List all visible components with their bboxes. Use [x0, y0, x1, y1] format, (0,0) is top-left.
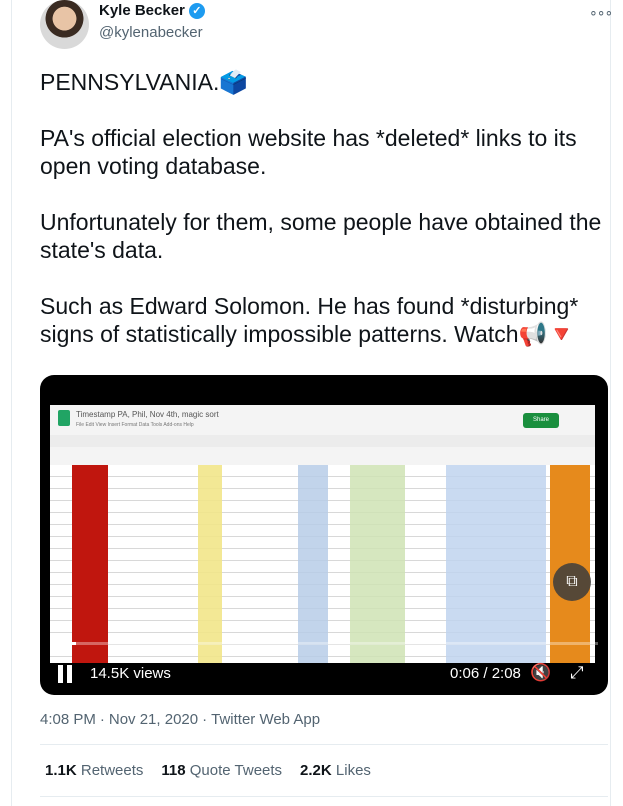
divider — [40, 744, 608, 745]
author-handle[interactable]: @kylenabecker — [99, 24, 203, 41]
tweet-source[interactable]: Twitter Web App — [211, 711, 320, 728]
meta-separator: · — [202, 711, 208, 728]
tweet-time[interactable]: 4:08 PM — [40, 711, 96, 728]
sheets-logo-icon — [58, 410, 70, 426]
divider — [40, 796, 608, 797]
fullscreen-icon[interactable]: ⤢ — [570, 663, 584, 683]
video-progress-fill — [50, 642, 77, 645]
video-frame-spreadsheet: Timestamp PA, Phil, Nov 4th, magic sort … — [50, 405, 595, 663]
tweet-meta: 4:08 PM · Nov 21, 2020 · Twitter Web App — [40, 711, 320, 728]
meta-separator: · — [99, 711, 105, 728]
video-progress-bar[interactable] — [50, 642, 598, 645]
sheet-column-yellow — [198, 465, 222, 663]
author-name-row[interactable]: Kyle Becker ✓ — [99, 2, 205, 19]
picture-in-picture-icon[interactable]: ⧉ — [553, 563, 591, 601]
tweet-card: Kyle Becker ✓ @kylenabecker ∘∘∘ PENNSYLV… — [11, 0, 613, 806]
sheet-column-red — [72, 465, 108, 663]
sheet-toolbar — [50, 435, 595, 447]
author-name[interactable]: Kyle Becker — [99, 2, 185, 19]
avatar[interactable] — [40, 0, 89, 49]
sheet-column-blue — [298, 465, 328, 663]
video-time: 0:06 / 2:08 — [450, 665, 521, 682]
tweet-text: PENNSYLVANIA.🗳️ PA's official election w… — [40, 69, 602, 347]
view-count: 14.5K views — [90, 665, 171, 682]
more-options-icon[interactable]: ∘∘∘ — [589, 4, 613, 21]
video-player[interactable]: Timestamp PA, Phil, Nov 4th, magic sort … — [40, 375, 608, 695]
pause-button[interactable] — [58, 665, 74, 683]
sheet-share-button: Share — [523, 413, 559, 428]
sheet-menu: File Edit View Insert Format Data Tools … — [76, 422, 194, 428]
tweet-stats: 1.1K Retweets 118 Quote Tweets 2.2K Like… — [45, 762, 371, 779]
likes-stat[interactable]: 2.2K Likes — [300, 762, 371, 779]
tweet-date[interactable]: Nov 21, 2020 — [109, 711, 198, 728]
retweets-stat[interactable]: 1.1K Retweets — [45, 762, 143, 779]
quote-tweets-stat[interactable]: 118 Quote Tweets — [161, 762, 282, 779]
mute-icon[interactable]: 🔇 — [530, 663, 551, 683]
sheet-title: Timestamp PA, Phil, Nov 4th, magic sort — [76, 410, 219, 419]
sheet-column-green — [350, 465, 405, 663]
verified-icon: ✓ — [188, 2, 205, 19]
sheet-column-blue-wide — [446, 465, 546, 663]
